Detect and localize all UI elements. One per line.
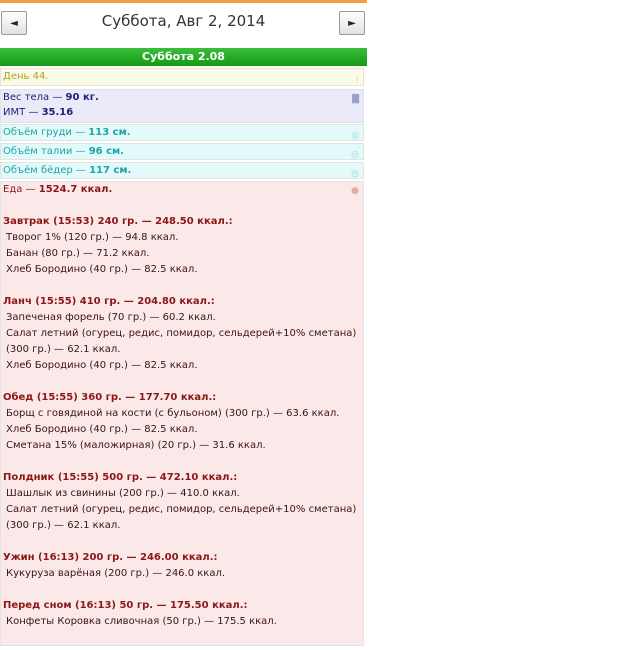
exclamation-icon: ! [355,76,359,86]
next-day-button[interactable]: ► [339,11,365,35]
measure-value: 113 см. [88,127,131,138]
weight-label: Вес тела [3,92,50,103]
food-total: Еда — 1524.7 ккал. [3,184,113,195]
food-total-value: 1524.7 ккал. [38,184,113,195]
scale-icon: ▇ [352,94,359,104]
food-item: Салат летний (огурец, редис, помидор, се… [6,328,357,355]
measure-value: 96 см. [88,146,124,157]
day-count-label: День 44. [3,71,49,82]
food-item: Борщ с говядиной на кости (с бульоном) (… [6,408,340,419]
measure-value: 117 см. [89,165,132,176]
food-item: Банан (80 гр.) — 71.2 ккал. [6,248,150,259]
day-count-row[interactable]: День 44. ! [0,68,364,86]
arrow-left-icon: ◄ [10,17,18,29]
food-label: Еда [3,184,23,195]
apple-icon: ● [351,186,359,196]
bmi-value: 35.16 [41,107,74,118]
meal-title: Ужин (16:13) 200 гр. — 246.00 ккал.: [3,552,218,563]
day-banner: Суббота 2.08 [0,48,367,66]
food-item: Хлеб Бородино (40 гр.) — 82.5 ккал. [6,424,198,435]
meal-snack: Полдник (15:55) 500 гр. — 472.10 ккал.: … [3,470,363,534]
food-item: Хлеб Бородино (40 гр.) — 82.5 ккал. [6,360,198,371]
weight-value: 90 кг. [65,92,99,103]
food-row[interactable]: Еда — 1524.7 ккал. ● Завтрак (15:53) 240… [0,181,364,646]
food-item: Сметана 15% (маложирная) (20 гр.) — 31.6… [6,440,266,451]
food-item: Запеченая форель (70 гр.) — 60.2 ккал. [6,312,216,323]
weight-row[interactable]: Вес тела — 90 кг. ИМТ — 35.16 ▇ [0,89,364,123]
hips-row[interactable]: Объём бёдер — 117 см. ◎ [0,162,364,179]
arrow-right-icon: ► [348,17,356,29]
chest-row[interactable]: Объём груди — 113 см. ◎ [0,124,364,141]
meal-breakfast: Завтрак (15:53) 240 гр. — 248.50 ккал.: … [3,214,363,278]
tape-icon: ◎ [351,150,359,160]
bmi-label: ИМТ [3,107,26,118]
food-item: Кукуруза варёная (200 гр.) — 246.0 ккал. [6,568,226,579]
meal-title: Полдник (15:55) 500 гр. — 472.10 ккал.: [3,472,238,483]
food-item: Хлеб Бородино (40 гр.) — 82.5 ккал. [6,264,198,275]
meal-title: Обед (15:55) 360 гр. — 177.70 ккал.: [3,392,217,403]
meal-supper: Ужин (16:13) 200 гр. — 246.00 ккал.: Кук… [3,550,363,582]
page-title: Суббота, Авг 2, 2014 [101,12,266,30]
date-header: ◄ Суббота, Авг 2, 2014 ► [0,0,367,44]
food-item: Конфеты Коровка сливочная (50 гр.) — 175… [6,616,277,627]
tape-icon: ◎ [351,169,359,179]
diary-panel: ◄ Суббота, Авг 2, 2014 ► Суббота 2.08 Де… [0,0,367,650]
measure-label: Объём талии [3,146,73,157]
measure-label: Объём груди [3,127,72,138]
prev-day-button[interactable]: ◄ [1,11,27,35]
meal-before-sleep: Перед сном (16:13) 50 гр. — 175.50 ккал.… [3,598,363,630]
waist-row[interactable]: Объём талии — 96 см. ◎ [0,143,364,160]
meal-title: Ланч (15:55) 410 гр. — 204.80 ккал.: [3,296,215,307]
food-item: Салат летний (огурец, редис, помидор, се… [6,504,357,531]
measure-label: Объём бёдер [3,165,73,176]
meal-title: Перед сном (16:13) 50 гр. — 175.50 ккал.… [3,600,248,611]
tape-icon: ◎ [351,131,359,141]
meal-lunch: Ланч (15:55) 410 гр. — 204.80 ккал.: Зап… [3,294,363,374]
food-item: Шашлык из свинины (200 гр.) — 410.0 ккал… [6,488,240,499]
meal-title: Завтрак (15:53) 240 гр. — 248.50 ккал.: [3,216,233,227]
meal-dinner: Обед (15:55) 360 гр. — 177.70 ккал.: Бор… [3,390,363,454]
food-item: Творог 1% (120 гр.) — 94.8 ккал. [6,232,179,243]
